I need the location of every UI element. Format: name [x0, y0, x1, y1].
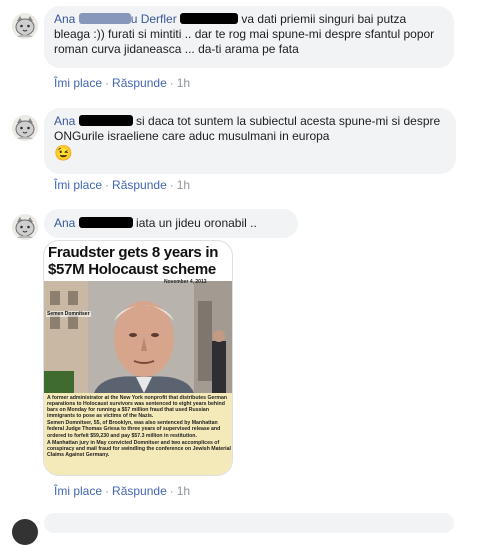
comment-actions: Îmi place · Răspunde · 1h [54, 484, 191, 498]
like-link[interactable]: Îmi place [54, 484, 102, 498]
avatar[interactable] [12, 214, 38, 240]
reply-link[interactable]: Răspunde [112, 484, 167, 498]
comment-bubble: Ana si daca tot suntem la subiectul aces… [44, 108, 456, 174]
news-caption: Semen Domnitser [46, 311, 91, 317]
timestamp[interactable]: 1h [177, 484, 190, 498]
comment-author-suffix[interactable]: u Derfler [131, 12, 177, 26]
wink-emoji-icon: 😉 [54, 145, 73, 162]
news-photo [44, 281, 232, 393]
news-paragraph: A Manhattan jury in May convicted Domnit… [47, 439, 231, 458]
avatar[interactable] [12, 519, 38, 545]
comment-bubble: Ana iata un jideu oronabil .. [44, 209, 298, 238]
like-link[interactable]: Îmi place [54, 178, 102, 192]
comment-author[interactable]: Ana [54, 12, 75, 26]
news-headline: Fraudster gets 8 years in $57M Holocaust… [48, 244, 219, 278]
avatar[interactable] [12, 13, 38, 39]
news-paragraph: A former administrator at the New York n… [47, 395, 228, 420]
comment-actions: Îmi place · Răspunde · 1h [54, 178, 191, 192]
avatar[interactable] [12, 115, 38, 141]
next-comment-bubble [44, 513, 454, 533]
redaction-bar [78, 13, 131, 24]
redaction-bar [78, 217, 133, 228]
comment-actions: Îmi place · Răspunde · 1h [54, 76, 191, 90]
cat-avatar-icon [12, 214, 38, 240]
comment-text: iata un jideu oronabil .. [136, 216, 257, 230]
timestamp[interactable]: 1h [177, 76, 190, 90]
comment-bubble: Ana u Derfler va dati priemii singuri ba… [44, 6, 454, 68]
news-body: A former administrator at the New York n… [44, 393, 232, 475]
news-attachment-image[interactable]: Fraudster gets 8 years in $57M Holocaust… [43, 240, 233, 476]
cat-avatar-icon [12, 13, 38, 39]
timestamp[interactable]: 1h [177, 178, 190, 192]
reply-link[interactable]: Răspunde [112, 76, 167, 90]
comment-author[interactable]: Ana [54, 216, 75, 230]
cat-avatar-icon [12, 115, 38, 141]
news-date: November 4, 2013 [164, 279, 207, 285]
reply-link[interactable]: Răspunde [112, 178, 167, 192]
comment-author[interactable]: Ana [54, 114, 75, 128]
like-link[interactable]: Îmi place [54, 76, 102, 90]
news-paragraph: Semen Domnitser, 55, of Brooklyn, was al… [47, 420, 221, 439]
redaction-bar [78, 115, 133, 126]
redaction-bar [180, 13, 239, 24]
